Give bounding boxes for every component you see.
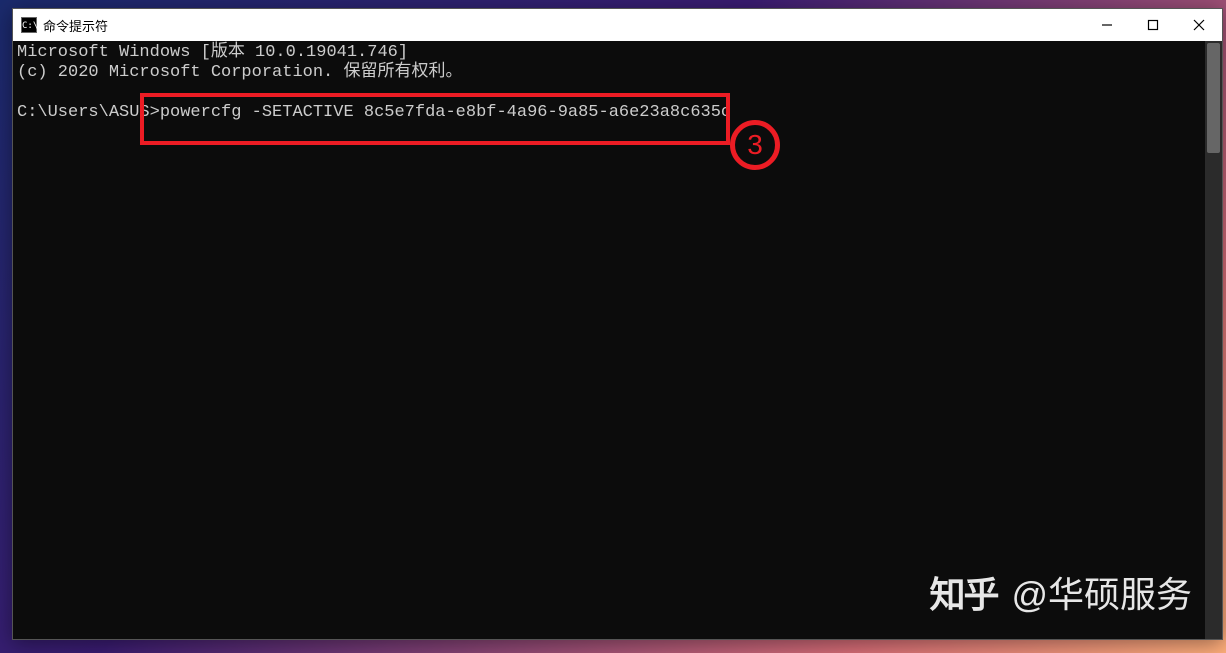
close-icon [1193,19,1205,31]
maximize-button[interactable] [1130,9,1176,41]
cmd-icon: C:\ [21,17,37,33]
command-text: powercfg -SETACTIVE 8c5e7fda-e8bf-4a96-9… [160,103,731,122]
terminal-line-copyright: (c) 2020 Microsoft Corporation. 保留所有权利。 [17,63,1218,83]
window-titlebar[interactable]: C:\ 命令提示符 [13,9,1222,41]
minimize-icon [1101,19,1113,31]
terminal-line-version: Microsoft Windows [版本 10.0.19041.746] [17,43,1218,63]
scrollbar-thumb[interactable] [1207,43,1220,153]
close-button[interactable] [1176,9,1222,41]
command-prompt-window: C:\ 命令提示符 Microsoft Windows [版本 10.0.190… [12,8,1223,640]
stage: C:\ 命令提示符 Microsoft Windows [版本 10.0.190… [0,0,1226,653]
window-title: 命令提示符 [43,16,108,35]
vertical-scrollbar[interactable] [1205,41,1222,639]
minimize-button[interactable] [1084,9,1130,41]
terminal-prompt-line: C:\Users\ASUS>powercfg -SETACTIVE 8c5e7f… [17,103,1218,123]
terminal-body[interactable]: Microsoft Windows [版本 10.0.19041.746] (c… [13,41,1222,639]
maximize-icon [1147,19,1159,31]
prompt-prefix: C:\Users\ASUS> [17,103,160,122]
